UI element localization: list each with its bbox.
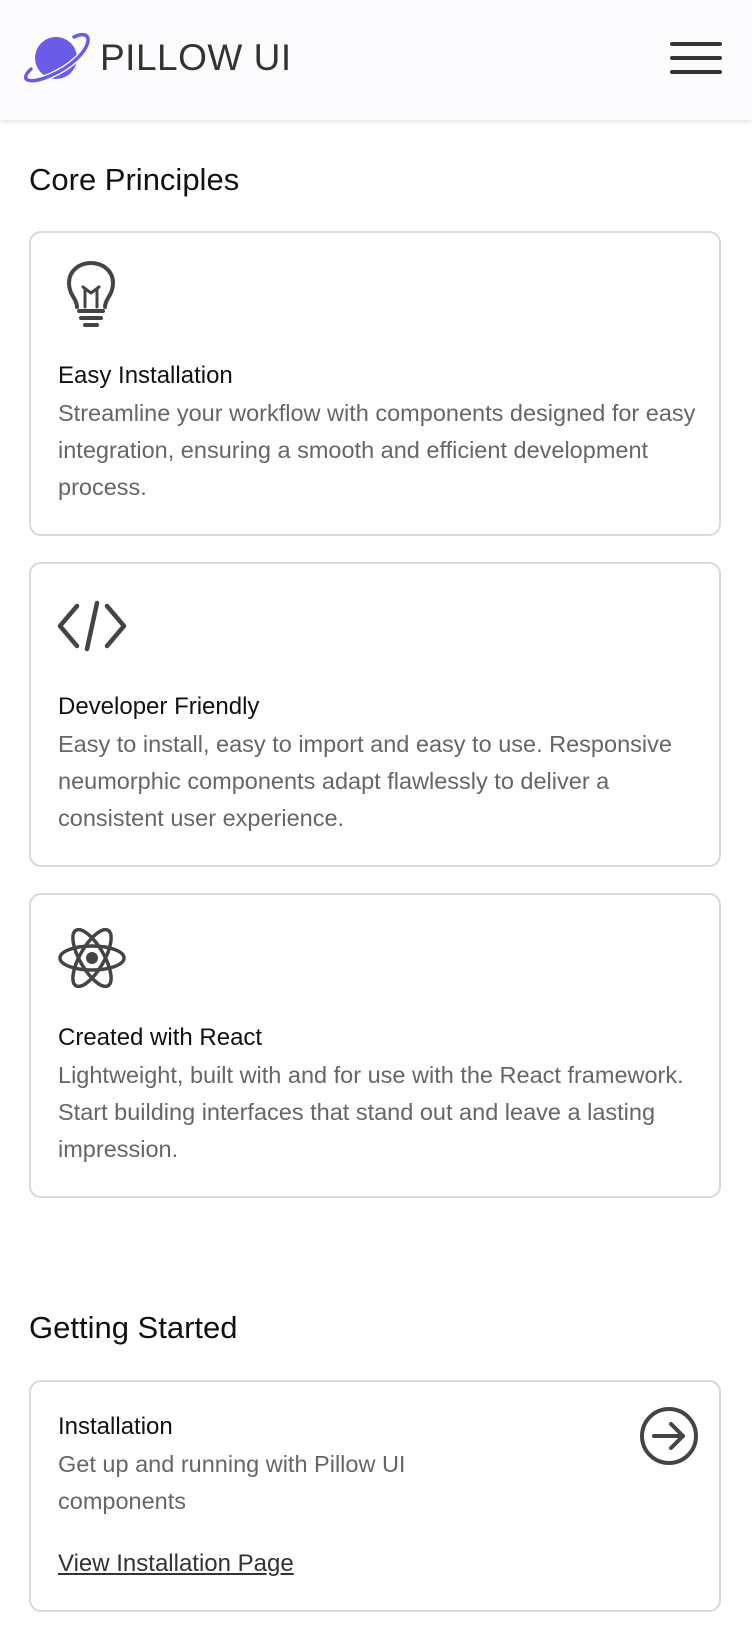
code-icon bbox=[57, 600, 127, 657]
react-atom-icon bbox=[57, 925, 127, 996]
card-title: Developer Friendly bbox=[58, 693, 260, 720]
principle-card-developer-friendly: Developer Friendly Easy to install, easy… bbox=[29, 562, 721, 867]
card-description: Lightweight, built with and for use with… bbox=[58, 1062, 684, 1162]
arrow-circle-right-icon[interactable] bbox=[639, 1406, 699, 1466]
view-installation-link[interactable]: View Installation Page bbox=[58, 1549, 294, 1579]
lightbulb-icon bbox=[57, 259, 121, 336]
menu-line bbox=[670, 56, 722, 60]
card-description: Easy to install, easy to import and easy… bbox=[58, 731, 672, 831]
card-description: Get up and running with Pillow UI compon… bbox=[58, 1451, 406, 1514]
menu-line bbox=[670, 70, 722, 74]
principle-card-easy-installation: Easy Installation Streamline your workfl… bbox=[29, 231, 721, 536]
hamburger-menu-button[interactable] bbox=[668, 40, 724, 76]
planet-logo-icon[interactable] bbox=[22, 31, 92, 85]
card-title: Installation bbox=[58, 1413, 173, 1440]
card-title: Easy Installation bbox=[58, 362, 233, 389]
getting-started-card-installation: Installation Get up and running with Pil… bbox=[29, 1380, 721, 1612]
menu-line bbox=[670, 42, 722, 46]
getting-started-heading: Getting Started bbox=[29, 1310, 238, 1345]
core-principles-heading: Core Principles bbox=[29, 162, 240, 197]
card-title: Created with React bbox=[58, 1024, 263, 1051]
card-description: Streamline your workflow with components… bbox=[58, 400, 696, 500]
top-navbar: PILLOW UI bbox=[0, 0, 752, 120]
brand-name[interactable]: PILLOW UI bbox=[100, 36, 292, 80]
principle-card-created-with-react: Created with React Lightweight, built wi… bbox=[29, 893, 721, 1198]
